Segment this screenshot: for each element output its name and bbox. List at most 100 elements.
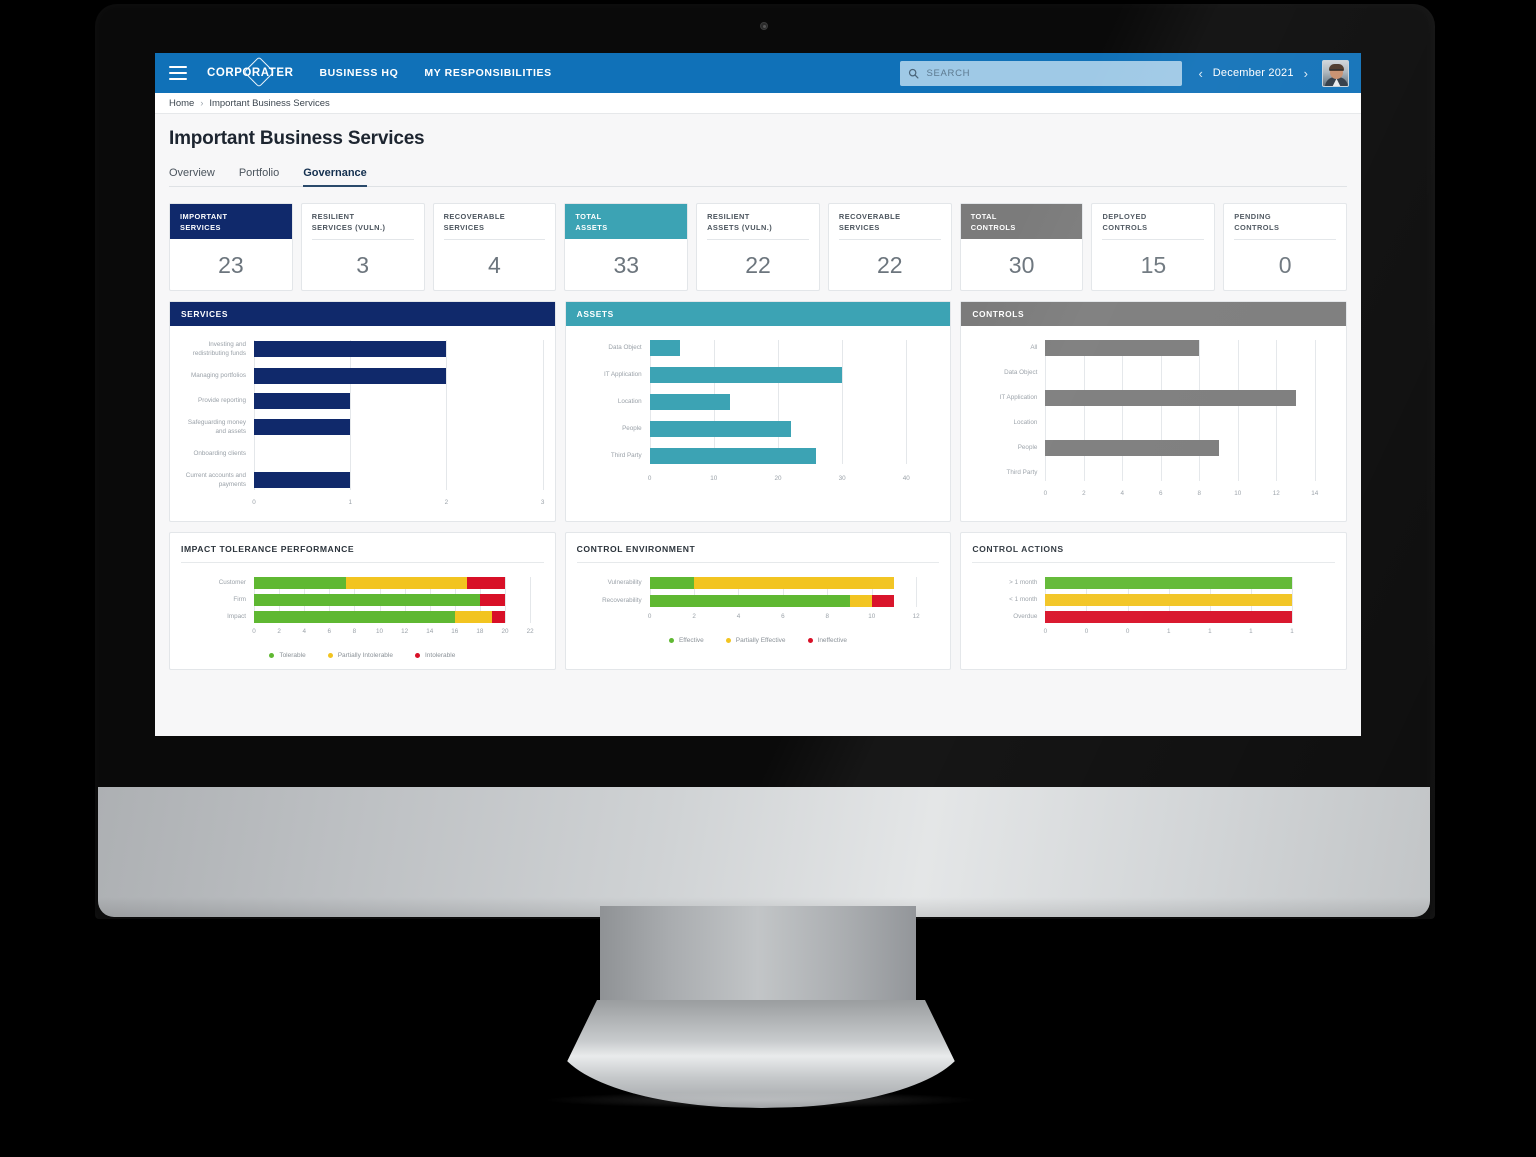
legend-item[interactable]: Intolerable <box>414 652 455 659</box>
axis-tick-label: 1 <box>348 498 352 506</box>
search-input[interactable] <box>926 67 1175 79</box>
axis-tick-label: 2 <box>692 612 696 620</box>
webcam-icon <box>760 22 768 30</box>
chart-bar[interactable] <box>1045 593 1334 606</box>
brand-logo[interactable]: CORPORATER <box>207 56 293 88</box>
breadcrumb-home[interactable]: Home <box>169 98 194 109</box>
chart-bar-row[interactable]: Safeguarding money and assets <box>182 418 543 437</box>
next-month-icon[interactable]: › <box>1304 67 1308 80</box>
chart-bar-row[interactable]: Location <box>578 394 939 410</box>
kpi-card[interactable]: PENDING CONTROLS 0 <box>1223 203 1348 291</box>
chart-bar[interactable] <box>649 394 939 410</box>
chart-bar[interactable] <box>254 610 543 623</box>
chart-bar-row[interactable]: Firm <box>182 593 543 606</box>
kpi-card[interactable]: RECOVERABLE SERVICES 4 <box>432 203 557 291</box>
axis-track: 0 2 4 6 8 10 12 14 16 18 20 22 <box>252 628 543 640</box>
impact-tolerance-stacked-chart[interactable]: Customer Firm Impact 0 2 4 6 8 10 12 14 16 18 20 22 Tol… <box>182 576 543 659</box>
search-box[interactable] <box>900 60 1183 86</box>
chart-bar-row[interactable]: People <box>973 440 1334 456</box>
chart-bar-row[interactable]: Data Object <box>578 340 939 356</box>
legend-item[interactable]: Tolerable <box>269 652 306 659</box>
chart-bar-row[interactable]: > 1 month <box>973 576 1334 589</box>
chart-bar[interactable] <box>1045 610 1334 623</box>
chart-plot-area: > 1 month < 1 month Overdue <box>973 576 1334 623</box>
chart-bar[interactable] <box>649 576 939 589</box>
chart-bar[interactable] <box>649 448 939 464</box>
kpi-card[interactable]: TOTAL CONTROLS 30 <box>959 203 1084 291</box>
chart-bar-row[interactable]: Overdue <box>973 610 1334 623</box>
chart-bar-row[interactable]: Third Party <box>578 448 939 464</box>
chart-bar[interactable] <box>1045 440 1334 456</box>
legend-item[interactable]: Partially Intolerable <box>327 652 393 659</box>
chart-bar[interactable] <box>1045 390 1334 406</box>
control-environment-stacked-chart[interactable]: Vulnerability Recoverability 0 2 4 6 8 10 12 Effe… <box>578 576 939 644</box>
chart-bar-segment <box>849 594 872 607</box>
chart-bar-row[interactable]: Vulnerability <box>578 576 939 589</box>
kpi-card[interactable]: TOTAL ASSETS 33 <box>564 203 689 291</box>
chart-bar[interactable] <box>649 421 939 437</box>
chart-bar[interactable] <box>254 367 543 384</box>
nav-my-responsibilities[interactable]: MY RESPONSIBILITIES <box>424 67 551 79</box>
chart-bar-row[interactable]: IT Application <box>973 390 1334 406</box>
chart-bar-row[interactable]: Customer <box>182 576 543 589</box>
chart-bar-row[interactable]: Investing and redistributing funds <box>182 340 543 359</box>
tab-portfolio[interactable]: Portfolio <box>239 167 279 186</box>
kpi-card[interactable]: RESILIENT SERVICES (VULN.) 3 <box>300 203 425 291</box>
chart-bar[interactable] <box>649 367 939 383</box>
chart-bar[interactable] <box>254 341 543 358</box>
prev-month-icon[interactable]: ‹ <box>1198 67 1202 80</box>
services-bar-chart[interactable]: Investing and redistributing funds Managi… <box>182 340 544 511</box>
chart-bar[interactable] <box>254 472 543 489</box>
control-actions-bar-chart[interactable]: > 1 month < 1 month Overdue 0 0 0 1 1 1 1 <box>973 576 1334 640</box>
user-avatar[interactable] <box>1322 59 1349 87</box>
chart-x-axis: 0 1 2 3 <box>182 498 544 511</box>
legend-color-swatch <box>327 652 333 658</box>
chart-bar-row[interactable]: Third Party <box>973 465 1334 481</box>
kpi-card[interactable]: RESILIENT ASSETS (VULN.) 22 <box>696 203 820 291</box>
chart-bar[interactable] <box>1045 340 1334 356</box>
chart-bar-row[interactable]: Data Object <box>973 365 1334 381</box>
chart-bar[interactable] <box>254 392 543 409</box>
tab-governance[interactable]: Governance <box>303 167 367 187</box>
chart-bar[interactable] <box>649 594 939 607</box>
chart-bar-row[interactable]: Location <box>973 415 1334 431</box>
chart-bar[interactable] <box>1045 415 1334 431</box>
legend-item[interactable]: Effective <box>668 637 704 644</box>
app-header: CORPORATER BUSINESS HQ MY RESPONSIBILITI… <box>155 53 1361 93</box>
chart-bar[interactable] <box>254 593 543 606</box>
kpi-card[interactable]: IMPORTANT SERVICES 23 <box>169 203 293 291</box>
kpi-card[interactable]: DEPLOYED CONTROLS 15 <box>1091 203 1216 291</box>
chart-bar-track <box>1045 340 1334 356</box>
screenshot-stage: CORPORATER BUSINESS HQ MY RESPONSIBILITI… <box>0 0 1536 1157</box>
chart-bar[interactable] <box>254 419 543 436</box>
chart-bar-row[interactable]: Onboarding clients <box>182 446 543 462</box>
hamburger-menu-icon[interactable] <box>169 66 187 80</box>
chart-bar-row[interactable]: Provide reporting <box>182 392 543 409</box>
chart-bar-row[interactable]: People <box>578 421 939 437</box>
legend-item[interactable]: Partially Effective <box>725 637 786 644</box>
chart-bar[interactable] <box>254 576 543 589</box>
nav-business-hq[interactable]: BUSINESS HQ <box>319 67 398 79</box>
chart-bar[interactable] <box>1045 365 1334 381</box>
controls-bar-chart[interactable]: All Data Object IT Application Location Peop… <box>973 340 1334 502</box>
chart-bar-row[interactable]: Recoverability <box>578 594 939 607</box>
legend-item[interactable]: Ineffective <box>807 637 847 644</box>
chart-category-label: All <box>1030 344 1038 352</box>
chart-bar-row[interactable]: Impact <box>182 610 543 623</box>
chart-bar[interactable] <box>1045 465 1334 481</box>
gridline <box>1199 340 1201 481</box>
chart-bar-row[interactable]: Managing portfolios <box>182 367 543 384</box>
chart-bar-row[interactable]: All <box>973 340 1334 356</box>
chart-bar-track <box>1045 593 1334 606</box>
kpi-card[interactable]: RECOVERABLE SERVICES 22 <box>827 203 952 291</box>
chart-bar[interactable] <box>1045 576 1334 589</box>
chart-x-axis: 0 10 20 30 40 <box>578 475 939 487</box>
chart-bar[interactable] <box>649 340 939 356</box>
tab-overview[interactable]: Overview <box>169 167 215 186</box>
chart-bar-row[interactable]: IT Application <box>578 367 939 383</box>
assets-bar-chart[interactable]: Data Object IT Application Location People T… <box>578 340 939 487</box>
chart-bar-row[interactable]: Current accounts and payments <box>182 471 543 490</box>
axis-tick-label: 10 <box>868 612 876 620</box>
chart-bar-row[interactable]: < 1 month <box>973 593 1334 606</box>
chart-bar[interactable] <box>254 446 543 462</box>
